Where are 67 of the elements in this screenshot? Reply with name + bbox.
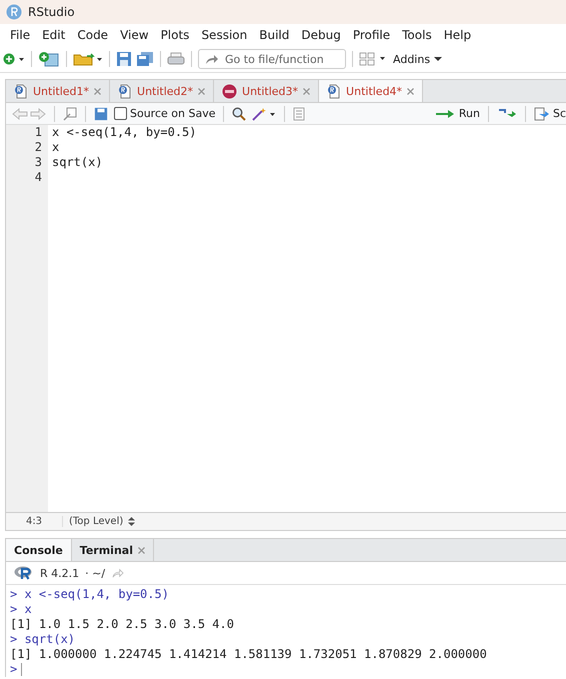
code-line: x — [52, 140, 60, 155]
console-line: > x <-seq(1,4, by=0.5) — [10, 587, 170, 602]
up-down-icon[interactable] — [128, 517, 136, 526]
addins-menu[interactable]: Addins — [393, 52, 442, 66]
source-on-save-checkbox[interactable]: Source on Save — [114, 107, 216, 120]
close-icon[interactable] — [407, 88, 414, 94]
menu-item[interactable]: Debug — [295, 28, 347, 42]
go-to-file-field[interactable]: Go to file/function — [198, 49, 346, 69]
save-icon[interactable] — [116, 51, 132, 67]
caret-icon — [434, 56, 442, 62]
menu-item[interactable]: Session — [195, 28, 254, 42]
working-directory[interactable]: · ~/ — [85, 566, 106, 580]
close-icon[interactable] — [303, 88, 310, 94]
console-line: > x — [10, 602, 33, 617]
markdown-file-icon — [222, 84, 238, 98]
code-line: sqrt(x) — [52, 155, 104, 170]
r-logo-icon — [6, 4, 22, 20]
window-title: RStudio — [28, 5, 75, 19]
run-button[interactable]: Run — [436, 107, 480, 120]
r-file-icon — [14, 84, 28, 98]
r-file-icon — [118, 84, 132, 98]
menu-item[interactable]: File — [4, 28, 36, 42]
arrow-icon — [205, 53, 219, 65]
r-file-icon — [327, 84, 342, 98]
r-logo-icon — [14, 566, 34, 580]
close-icon[interactable] — [198, 88, 206, 94]
code-line: x <-seq(1,4, by=0.5) — [52, 125, 196, 140]
search-icon[interactable] — [232, 106, 246, 120]
close-icon[interactable] — [94, 88, 102, 94]
scope-selector[interactable]: (Top Level) — [63, 516, 124, 527]
line-number: 3 — [34, 155, 42, 170]
console-line: [1] 1.0 1.5 2.0 2.5 3.0 3.5 4.0 — [10, 617, 235, 632]
magic-wand-icon[interactable] — [252, 106, 276, 120]
console-line: [1] 1.000000 1.224745 1.414214 1.581139 1.732051 1.870829 2.000000 — [10, 647, 488, 662]
arrow-icon[interactable] — [111, 568, 126, 578]
cursor-position: 4:3 — [6, 516, 63, 527]
menu-item[interactable]: Profile — [346, 28, 396, 42]
outline-icon[interactable] — [293, 106, 306, 120]
console-tab[interactable]: Console — [6, 539, 72, 561]
print-icon[interactable] — [167, 52, 185, 66]
folder-icon[interactable] — [73, 52, 103, 66]
menu-item[interactable]: Help — [438, 28, 478, 42]
menu-item[interactable]: Plots — [154, 28, 196, 42]
menu-item[interactable]: Code — [71, 28, 114, 42]
save-all-icon[interactable] — [136, 51, 154, 67]
line-number: 4 — [34, 170, 42, 185]
back-forward-icon[interactable] — [12, 108, 46, 120]
menu-item[interactable]: View — [114, 28, 155, 42]
new-project-icon[interactable] — [38, 51, 60, 67]
close-icon[interactable] — [138, 546, 145, 554]
arrow-icon — [436, 108, 456, 118]
console-line: > sqrt(x) — [10, 632, 76, 647]
line-number: 1 — [34, 125, 42, 140]
r-version: R 4.2.1 — [40, 566, 80, 580]
console-prompt: > — [10, 662, 18, 676]
save-icon[interactable] — [94, 106, 108, 120]
new-file-icon[interactable] — [3, 52, 25, 66]
menu-item[interactable]: Build — [253, 28, 296, 42]
editor-tab[interactable]: Untitled4* — [319, 80, 424, 102]
menu-item[interactable]: Edit — [36, 28, 72, 42]
show-in-window-icon[interactable] — [63, 106, 77, 120]
text-cursor — [21, 663, 22, 676]
menu-item[interactable]: Tools — [396, 28, 438, 42]
line-number: 2 — [34, 140, 42, 155]
rerun-icon[interactable] — [496, 108, 517, 120]
source-icon — [534, 106, 550, 120]
source-button[interactable]: Sc — [534, 106, 566, 120]
